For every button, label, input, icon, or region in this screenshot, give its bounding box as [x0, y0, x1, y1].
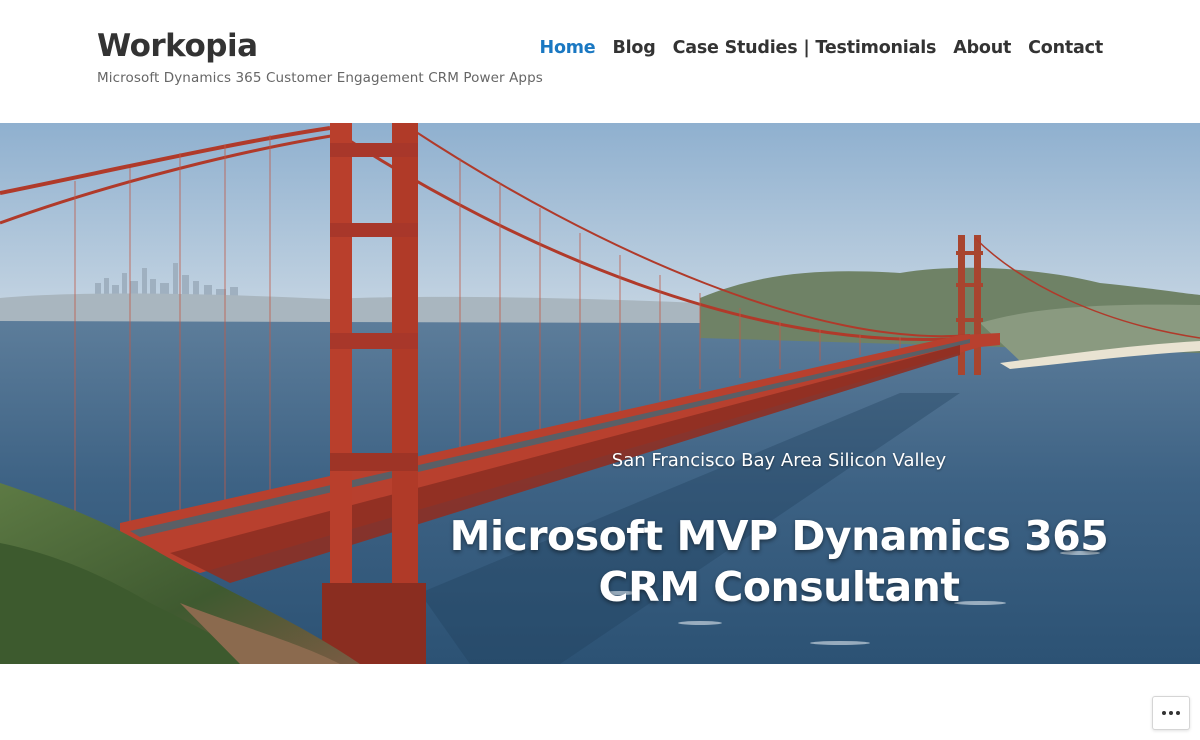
hero-title: Microsoft MVP Dynamics 365 CRM Consultan… [449, 512, 1109, 611]
hero-subtitle: San Francisco Bay Area Silicon Valley [611, 450, 947, 471]
nav-item-blog[interactable]: Blog [612, 38, 655, 58]
nav-item-about[interactable]: About [953, 38, 1011, 58]
main-navigation: Home Blog Case Studies | Testimonials Ab… [540, 38, 1104, 58]
more-options-button[interactable] [1152, 696, 1190, 730]
nav-item-case-studies[interactable]: Case Studies | Testimonials [673, 38, 937, 58]
hero-banner: San Francisco Bay Area Silicon Valley Mi… [0, 123, 1200, 664]
nav-item-contact[interactable]: Contact [1028, 38, 1103, 58]
ellipsis-icon [1162, 711, 1180, 715]
site-description: Microsoft Dynamics 365 Customer Engageme… [97, 70, 543, 86]
site-header: Workopia Microsoft Dynamics 365 Customer… [0, 0, 1200, 123]
site-title[interactable]: Workopia [97, 28, 258, 64]
nav-item-home[interactable]: Home [540, 38, 596, 58]
